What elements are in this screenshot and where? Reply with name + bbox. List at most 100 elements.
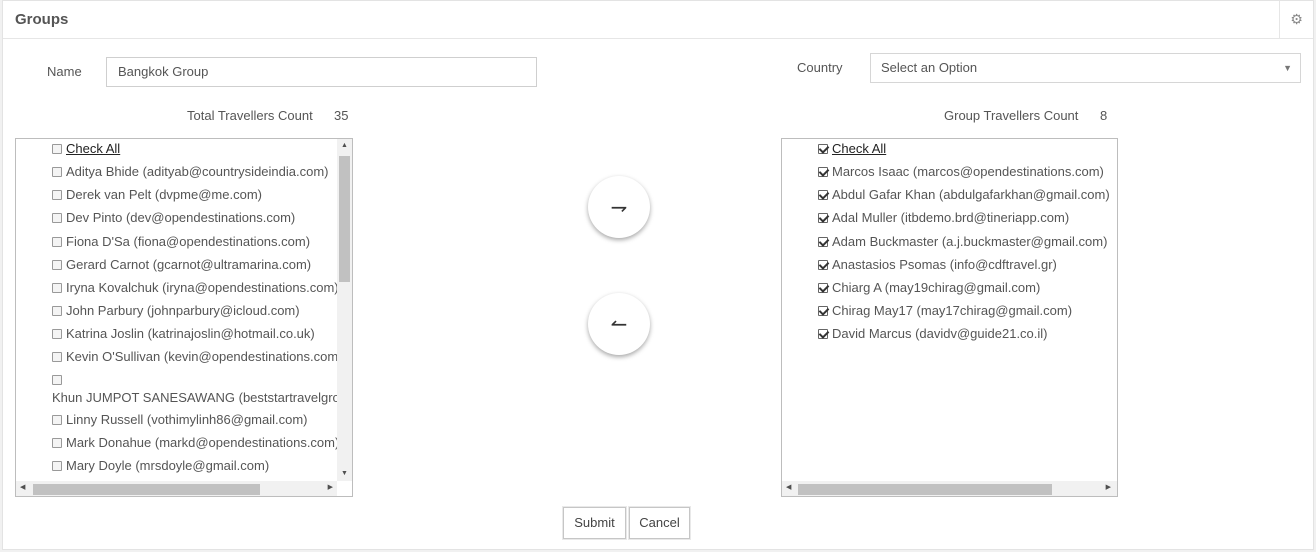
list-item[interactable]: Khun JUMPOT SANESAWANG (beststartravelgr… [52, 370, 347, 414]
vertical-scrollbar[interactable]: ▲ ▼ [337, 139, 352, 481]
country-label: Country [797, 60, 843, 75]
move-right-button[interactable]: ⇁ [588, 176, 650, 238]
list-item[interactable]: Katrina Joslin (katrinajoslin@hotmail.co… [52, 324, 315, 347]
traveller-checkbox[interactable] [818, 329, 828, 339]
check-all-label[interactable]: Check All [832, 141, 886, 156]
traveller-checkbox[interactable] [52, 237, 62, 247]
traveller-label: Anastasios Psomas (info@cdftravel.gr) [832, 257, 1057, 272]
traveller-label: Abdul Gafar Khan (abdulgafarkhan@gmail.c… [832, 187, 1110, 202]
list-item[interactable]: Mark Donahue (markd@opendestinations.com… [52, 433, 339, 456]
traveller-label: Khun JUMPOT SANESAWANG (beststartravelgr… [52, 390, 348, 405]
list-item[interactable]: Chiarg A (may19chirag@gmail.com) [818, 278, 1040, 301]
check-all-item[interactable]: Check All [818, 139, 886, 162]
traveller-label: Linny Russell (vothimylinh86@gmail.com) [66, 412, 308, 427]
traveller-checkbox[interactable] [52, 213, 62, 223]
list-item[interactable]: Mary Doyle (mrsdoyle@gmail.com) [52, 456, 269, 479]
traveller-checkbox[interactable] [52, 260, 62, 270]
list-item[interactable]: Adam Buckmaster (a.j.buckmaster@gmail.co… [818, 232, 1107, 255]
check-all-label[interactable]: Check All [66, 141, 120, 156]
vertical-scrollbar-thumb[interactable] [339, 156, 350, 282]
traveller-checkbox[interactable] [818, 237, 828, 247]
traveller-label: David Marcus (davidv@guide21.co.il) [832, 326, 1048, 341]
horizontal-scrollbar[interactable]: ◀ ▶ [782, 481, 1117, 496]
list-item[interactable]: Marcos Isaac (marcos@opendestinations.co… [818, 162, 1104, 185]
traveller-checkbox[interactable] [52, 438, 62, 448]
list-item[interactable]: Kevin O'Sullivan (kevin@opendestinations… [52, 347, 343, 370]
name-input[interactable]: Bangkok Group [106, 57, 537, 87]
horizontal-scrollbar[interactable]: ◀ ▶ [16, 481, 337, 496]
page-title: Groups [15, 11, 69, 28]
list-item[interactable]: Linny Russell (vothimylinh86@gmail.com) [52, 410, 308, 433]
arrow-right-icon: ⇁ [610, 196, 628, 219]
traveller-label: Fiona D'Sa (fiona@opendestinations.com) [66, 234, 311, 249]
scroll-right-icon[interactable]: ▶ [1106, 483, 1111, 493]
list-item[interactable]: Chirag May17 (may17chirag@gmail.com) [818, 301, 1072, 324]
scroll-down-icon[interactable]: ▼ [341, 469, 348, 479]
groups-panel: Groups ⚙ Name Bangkok Group Country Sele… [2, 0, 1314, 550]
arrow-left-icon: ↼ [610, 313, 628, 336]
list-item[interactable]: David Marcus (davidv@guide21.co.il) [818, 324, 1048, 347]
move-left-button[interactable]: ↼ [588, 293, 650, 355]
traveller-checkbox[interactable] [818, 260, 828, 270]
group-travellers-count: 8 [1100, 108, 1108, 123]
check-all-checkbox[interactable] [52, 144, 62, 154]
total-travellers-label: Total Travellers Count [187, 108, 313, 123]
traveller-checkbox[interactable] [818, 190, 828, 200]
traveller-checkbox[interactable] [52, 461, 62, 471]
total-travellers-count: 35 [334, 108, 349, 123]
scroll-left-icon[interactable]: ◀ [20, 483, 25, 493]
traveller-checkbox[interactable] [818, 306, 828, 316]
check-all-checkbox[interactable] [818, 144, 828, 154]
traveller-label: Kevin O'Sullivan (kevin@opendestinations… [66, 349, 343, 364]
scroll-up-icon[interactable]: ▲ [341, 141, 348, 151]
traveller-label: Mary Doyle (mrsdoyle@gmail.com) [66, 458, 270, 473]
traveller-label: Marcos Isaac (marcos@opendestinations.co… [832, 164, 1104, 179]
traveller-label: Adal Muller (itbdemo.brd@tineriapp.com) [832, 210, 1070, 225]
list-item[interactable]: Derek van Pelt (dvpme@me.com) [52, 185, 262, 208]
list-item[interactable]: Dev Pinto (dev@opendestinations.com) [52, 208, 295, 231]
list-item[interactable]: Anastasios Psomas (info@cdftravel.gr) [818, 255, 1057, 278]
list-item[interactable]: Abdul Gafar Khan (abdulgafarkhan@gmail.c… [818, 185, 1110, 208]
traveller-checkbox[interactable] [52, 190, 62, 200]
traveller-checkbox[interactable] [52, 283, 62, 293]
traveller-checkbox[interactable] [52, 167, 62, 177]
horizontal-scrollbar-thumb[interactable] [33, 484, 260, 495]
traveller-label: Gerard Carnot (gcarnot@ultramarina.com) [66, 257, 312, 272]
list-item[interactable]: John Parbury (johnparbury@icloud.com) [52, 301, 300, 324]
traveller-label: Dev Pinto (dev@opendestinations.com) [66, 210, 296, 225]
traveller-label: Aditya Bhide (adityab@countrysideindia.c… [66, 164, 329, 179]
traveller-label: Chiarg A (may19chirag@gmail.com) [832, 280, 1041, 295]
scroll-left-icon[interactable]: ◀ [786, 483, 791, 493]
list-item[interactable]: Fiona D'Sa (fiona@opendestinations.com) [52, 232, 310, 255]
traveller-checkbox[interactable] [818, 213, 828, 223]
traveller-label: Adam Buckmaster (a.j.buckmaster@gmail.co… [832, 234, 1108, 249]
traveller-checkbox[interactable] [52, 375, 62, 385]
country-select-value: Select an Option [881, 60, 978, 75]
cancel-button[interactable]: Cancel [629, 507, 690, 539]
panel-header: Groups ⚙ [3, 1, 1313, 39]
traveller-checkbox[interactable] [818, 283, 828, 293]
name-label: Name [47, 64, 82, 79]
traveller-checkbox[interactable] [52, 415, 62, 425]
traveller-checkbox[interactable] [52, 306, 62, 316]
list-item[interactable]: Aditya Bhide (adityab@countrysideindia.c… [52, 162, 329, 185]
all-travellers-list[interactable]: Check All Aditya Bhide (adityab@countrys… [15, 138, 353, 497]
check-all-item[interactable]: Check All [52, 139, 120, 162]
list-item[interactable]: Gerard Carnot (gcarnot@ultramarina.com) [52, 255, 311, 278]
gear-icon[interactable]: ⚙ [1279, 1, 1313, 38]
group-travellers-list[interactable]: Check All Marcos Isaac (marcos@opendesti… [781, 138, 1118, 497]
country-select[interactable]: Select an Option ▼ [870, 53, 1301, 83]
traveller-label: Chirag May17 (may17chirag@gmail.com) [832, 303, 1073, 318]
traveller-label: Derek van Pelt (dvpme@me.com) [66, 187, 262, 202]
traveller-checkbox[interactable] [52, 352, 62, 362]
traveller-checkbox[interactable] [52, 329, 62, 339]
scroll-right-icon[interactable]: ▶ [328, 483, 333, 493]
list-item[interactable]: Adal Muller (itbdemo.brd@tineriapp.com) [818, 208, 1069, 231]
group-travellers-label: Group Travellers Count [944, 108, 1079, 123]
horizontal-scrollbar-thumb[interactable] [798, 484, 1052, 495]
traveller-label: Iryna Kovalchuk (iryna@opendestinations.… [66, 280, 339, 295]
submit-button[interactable]: Submit [563, 507, 626, 539]
list-item[interactable]: Iryna Kovalchuk (iryna@opendestinations.… [52, 278, 339, 301]
traveller-checkbox[interactable] [818, 167, 828, 177]
traveller-label: John Parbury (johnparbury@icloud.com) [66, 303, 300, 318]
